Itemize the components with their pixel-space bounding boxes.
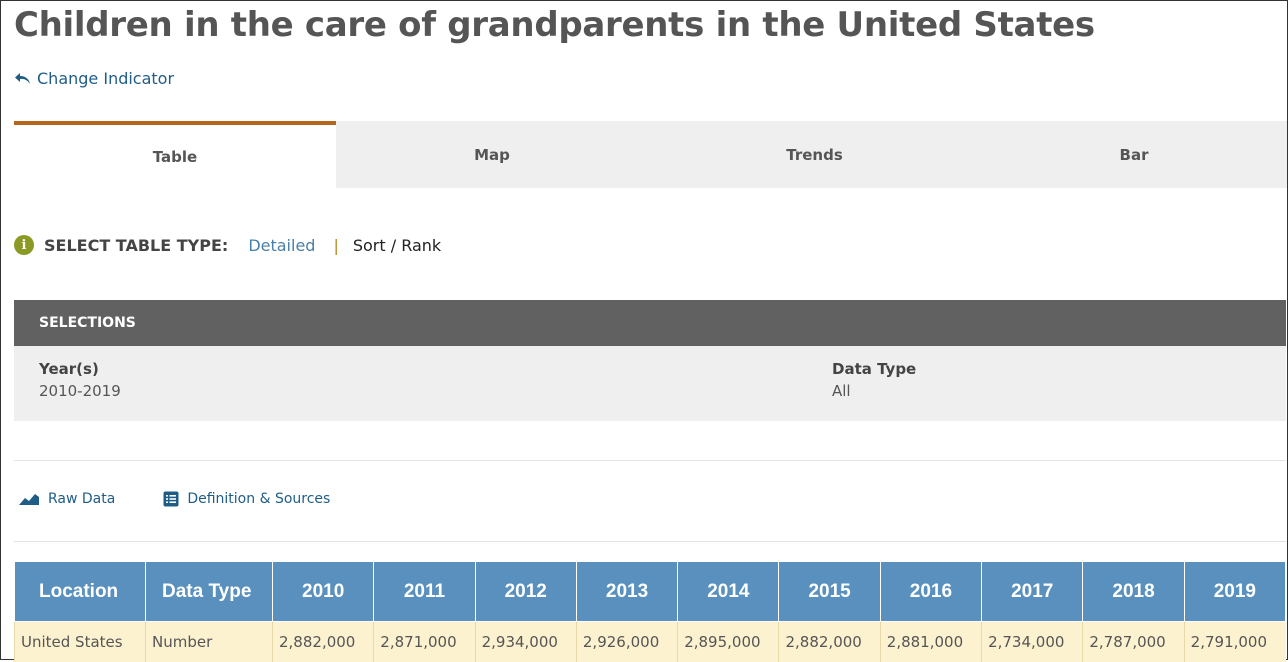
definition-sources-link[interactable]: Definition & Sources bbox=[163, 491, 330, 507]
data-table: Location Data Type 2010 2011 2012 2013 2… bbox=[14, 561, 1286, 662]
sort-rank-link[interactable]: Sort / Rank bbox=[353, 236, 441, 255]
column-header[interactable]: 2017 bbox=[982, 562, 1083, 622]
detailed-link[interactable]: Detailed bbox=[248, 236, 315, 255]
change-indicator-link[interactable]: Change Indicator bbox=[14, 69, 174, 88]
table-cell: 2,895,000 bbox=[678, 622, 779, 662]
years-label: Year(s) bbox=[39, 360, 121, 378]
table-cell: United States bbox=[15, 622, 146, 662]
view-tabs: Table Map Trends Bar bbox=[14, 121, 1287, 188]
table-type-separator: | bbox=[333, 236, 338, 255]
info-icon: i bbox=[14, 235, 34, 255]
list-icon bbox=[163, 491, 179, 507]
change-indicator-label: Change Indicator bbox=[37, 69, 174, 88]
table-cell: 2,926,000 bbox=[576, 622, 677, 662]
tab-map[interactable]: Map bbox=[336, 121, 648, 188]
column-header[interactable]: 2019 bbox=[1184, 562, 1285, 622]
table-cell: 2,934,000 bbox=[475, 622, 576, 662]
table-cell: 2,791,000 bbox=[1184, 622, 1285, 662]
table-row: United States Number 2,882,000 2,871,000… bbox=[15, 622, 1286, 662]
column-header[interactable]: 2014 bbox=[678, 562, 779, 622]
column-header[interactable]: 2016 bbox=[880, 562, 981, 622]
column-header[interactable]: Data Type bbox=[146, 562, 273, 622]
column-header[interactable]: 2011 bbox=[374, 562, 475, 622]
column-header[interactable]: 2012 bbox=[475, 562, 576, 622]
column-header[interactable]: 2015 bbox=[779, 562, 880, 622]
tab-bar[interactable]: Bar bbox=[981, 121, 1287, 188]
area-chart-icon bbox=[18, 492, 40, 506]
years-selection: Year(s) 2010-2019 bbox=[39, 360, 121, 400]
selections-panel: Year(s) 2010-2019 Data Type All bbox=[14, 346, 1286, 421]
table-header-row: Location Data Type 2010 2011 2012 2013 2… bbox=[15, 562, 1286, 622]
table-cell: 2,787,000 bbox=[1083, 622, 1184, 662]
tab-trends[interactable]: Trends bbox=[648, 121, 981, 188]
data-links: Raw Data Definition & Sources bbox=[18, 491, 330, 507]
table-type-selector: i SELECT TABLE TYPE: Detailed | Sort / R… bbox=[14, 235, 441, 255]
table-cell: Number bbox=[146, 622, 273, 662]
tab-table[interactable]: Table bbox=[14, 121, 336, 188]
divider bbox=[14, 460, 1286, 461]
raw-data-label: Raw Data bbox=[48, 491, 115, 507]
page-title: Children in the care of grandparents in … bbox=[14, 5, 1095, 45]
column-header[interactable]: 2010 bbox=[273, 562, 374, 622]
definition-sources-label: Definition & Sources bbox=[187, 491, 330, 507]
data-type-selection: Data Type All bbox=[832, 360, 916, 400]
column-header[interactable]: 2018 bbox=[1083, 562, 1184, 622]
table-cell: 2,871,000 bbox=[374, 622, 475, 662]
table-cell: 2,881,000 bbox=[880, 622, 981, 662]
years-value: 2010-2019 bbox=[39, 382, 121, 400]
undo-arrow-icon bbox=[14, 72, 31, 86]
data-type-label: Data Type bbox=[832, 360, 916, 378]
selections-header: SELECTIONS bbox=[14, 300, 1286, 346]
divider bbox=[14, 541, 1286, 542]
column-header[interactable]: Location bbox=[15, 562, 146, 622]
table-cell: 2,882,000 bbox=[779, 622, 880, 662]
table-cell: 2,734,000 bbox=[982, 622, 1083, 662]
column-header[interactable]: 2013 bbox=[576, 562, 677, 622]
data-type-value: All bbox=[832, 382, 851, 400]
raw-data-link[interactable]: Raw Data bbox=[18, 491, 115, 507]
table-cell: 2,882,000 bbox=[273, 622, 374, 662]
table-type-label: SELECT TABLE TYPE: bbox=[44, 236, 228, 255]
